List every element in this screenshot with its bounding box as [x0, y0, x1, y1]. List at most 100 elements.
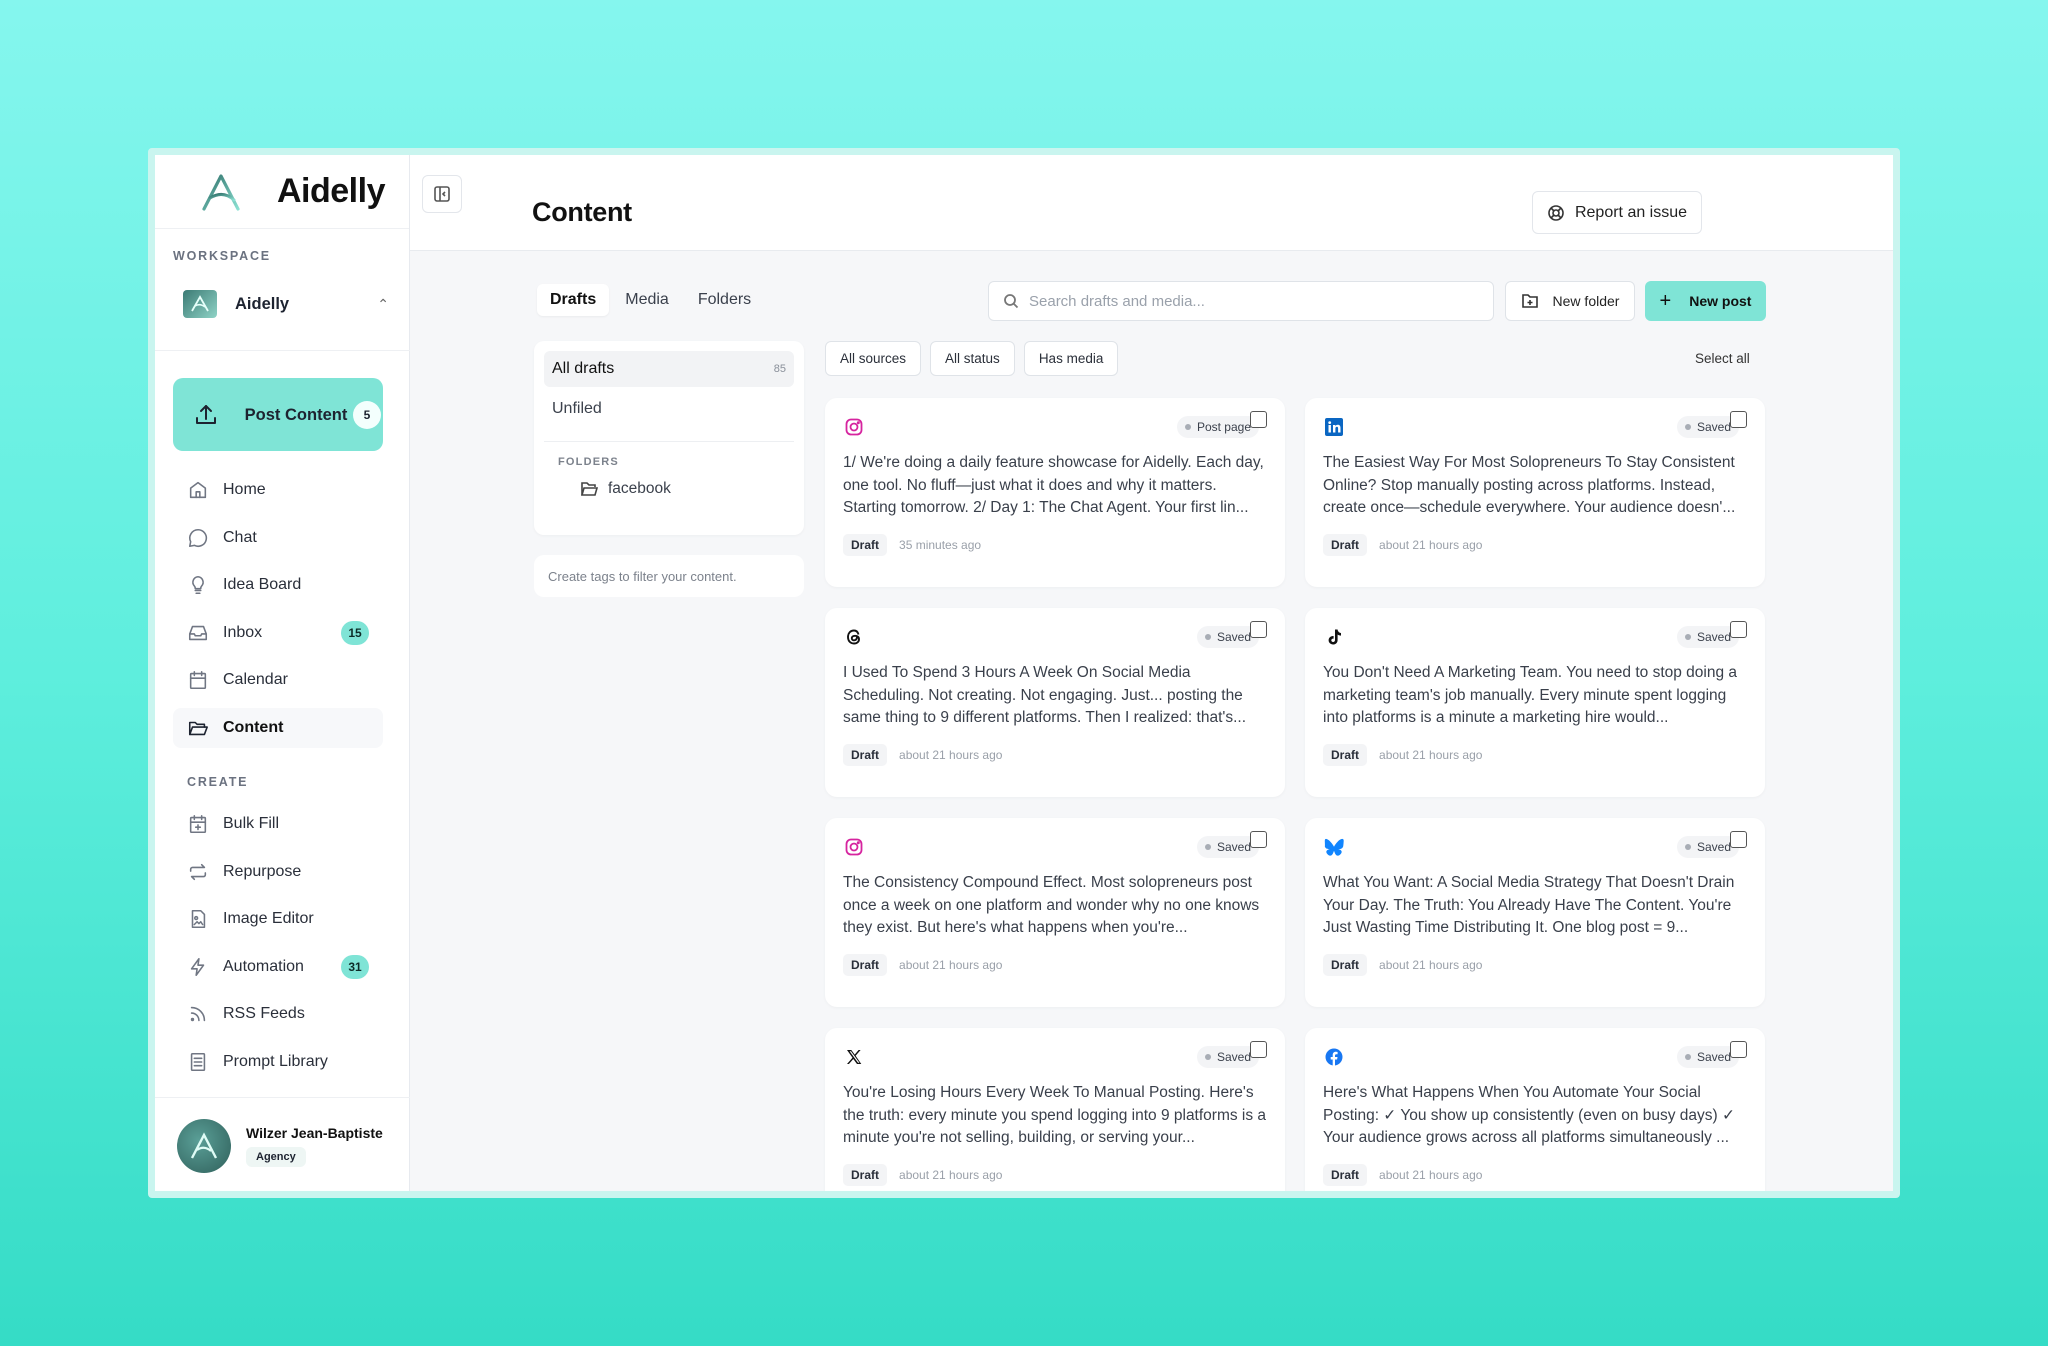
report-issue-label: Report an issue — [1574, 203, 1688, 221]
draft-text: Here's What Happens When You Automate Yo… — [1323, 1084, 1735, 1146]
draft-card[interactable]: Saved You're Losing Hours Every Week To … — [825, 1028, 1285, 1191]
select-checkbox[interactable] — [1730, 411, 1747, 428]
draft-card[interactable]: Saved Here's What Happens When You Autom… — [1305, 1028, 1765, 1191]
tiktok-icon — [1323, 626, 1345, 648]
draft-card[interactable]: Saved What You Want: A Social Media Stra… — [1305, 818, 1765, 1007]
select-checkbox[interactable] — [1250, 411, 1267, 428]
plus-icon: + — [1659, 289, 1672, 312]
filter-sources[interactable]: All sources — [825, 341, 922, 376]
all-drafts-count: 85 — [773, 363, 786, 375]
nav-item-inbox[interactable]: Inbox 15 — [173, 613, 383, 653]
tab-media[interactable]: Media — [612, 284, 682, 316]
new-folder-button[interactable]: New folder — [1505, 281, 1635, 321]
post-content-button[interactable]: Post Content 5 — [173, 378, 383, 451]
folders-label: FOLDERS — [558, 456, 619, 468]
tab-drafts[interactable]: Drafts — [537, 284, 610, 316]
user-info: Wilzer Jean-Baptiste Agency — [246, 1125, 383, 1167]
timestamp: about 21 hours ago — [1379, 748, 1483, 762]
timestamp: about 21 hours ago — [1379, 958, 1483, 972]
filter-status[interactable]: All status — [930, 341, 1015, 376]
nav-item-repurpose[interactable]: Repurpose — [173, 852, 383, 892]
select-all-button[interactable]: Select all — [1695, 351, 1750, 366]
draft-tag: Draft — [1323, 1164, 1368, 1186]
select-checkbox[interactable] — [1250, 621, 1267, 638]
draft-tag: Draft — [1323, 954, 1368, 976]
filter-has-media[interactable]: Has media — [1023, 341, 1119, 376]
x-icon — [843, 1046, 865, 1068]
draft-card[interactable]: Saved You Don't Need A Marketing Team. Y… — [1305, 608, 1765, 797]
timestamp: about 21 hours ago — [899, 748, 1003, 762]
select-checkbox[interactable] — [1250, 1041, 1267, 1058]
all-drafts-item[interactable]: All drafts 85 — [544, 351, 794, 387]
new-folder-label: New folder — [1552, 293, 1620, 309]
divider — [155, 1097, 410, 1098]
workspace-switcher[interactable]: Aidelly ⌃ — [183, 287, 389, 321]
nav-item-calendar[interactable]: Calendar — [173, 660, 383, 700]
timestamp: 35 minutes ago — [899, 538, 982, 552]
draft-tag: Draft — [843, 954, 888, 976]
draft-card[interactable]: Saved The Easiest Way For Most Soloprene… — [1305, 398, 1765, 587]
rss-icon — [190, 1007, 206, 1022]
nav-item-prompt-library[interactable]: Prompt Library — [173, 1042, 383, 1082]
tags-hint: Create tags to filter your content. — [534, 555, 804, 597]
chat-icon — [188, 528, 208, 547]
search-input[interactable] — [1029, 292, 1469, 310]
nav-item-automation[interactable]: Automation 31 — [173, 947, 383, 987]
draft-text: What You Want: A Social Media Strategy T… — [1323, 874, 1735, 936]
tab-folders[interactable]: Folders — [685, 284, 764, 316]
lightbulb-icon — [192, 576, 204, 595]
threads-icon — [843, 626, 865, 648]
nav-label: Content — [223, 718, 284, 736]
user-plan-badge: Agency — [246, 1147, 306, 1167]
nav-label: Prompt Library — [223, 1052, 328, 1070]
nav-item-chat[interactable]: Chat — [173, 518, 383, 558]
select-checkbox[interactable] — [1250, 831, 1267, 848]
nav-label: RSS Feeds — [223, 1005, 305, 1023]
linkedin-icon — [1323, 416, 1345, 438]
logo-row: Aidelly — [155, 155, 409, 229]
select-checkbox[interactable] — [1730, 1041, 1747, 1058]
collapse-sidebar-button[interactable] — [422, 175, 462, 213]
library-icon — [190, 1052, 206, 1071]
content-tabs: Drafts Media Folders — [537, 284, 767, 316]
bluesky-icon — [1323, 836, 1345, 858]
draft-card[interactable]: Saved I Used To Spend 3 Hours A Week On … — [825, 608, 1285, 797]
workspace-label: WORKSPACE — [173, 249, 271, 263]
timestamp: about 21 hours ago — [899, 1168, 1003, 1182]
nav-item-idea-board[interactable]: Idea Board — [173, 565, 383, 605]
unfiled-item[interactable]: Unfiled — [544, 391, 794, 427]
draft-card[interactable]: Post page 1/ We're doing a daily feature… — [825, 398, 1285, 587]
folder-item-facebook[interactable]: facebook — [544, 480, 794, 498]
search-icon — [1004, 294, 1019, 309]
calendar-icon — [189, 671, 207, 690]
new-post-button[interactable]: + New post — [1645, 281, 1766, 321]
folder-open-icon — [580, 482, 598, 496]
avatar — [177, 1119, 231, 1173]
upload-icon — [196, 404, 216, 424]
inbox-badge: 15 — [341, 620, 369, 645]
nav-item-bulk-fill[interactable]: Bulk Fill — [173, 804, 383, 844]
user-profile[interactable]: Wilzer Jean-Baptiste Agency — [177, 1119, 383, 1173]
instagram-icon — [843, 416, 865, 438]
draft-text: 1/ We're doing a daily feature showcase … — [843, 454, 1264, 516]
nav-item-content[interactable]: Content — [173, 707, 383, 748]
nav-label: Inbox — [223, 623, 263, 641]
inbox-icon — [188, 625, 208, 640]
select-checkbox[interactable] — [1730, 831, 1747, 848]
main-area: Content Report an issue Drafts Media Fol… — [410, 155, 1893, 1191]
nav-item-rss-feeds[interactable]: RSS Feeds — [173, 994, 383, 1034]
bolt-icon — [190, 957, 205, 976]
facebook-icon — [1323, 1046, 1345, 1068]
report-issue-button[interactable]: Report an issue — [1532, 191, 1702, 234]
nav-item-image-editor[interactable]: Image Editor — [173, 899, 383, 939]
divider — [155, 350, 410, 351]
folder-open-icon — [188, 721, 208, 736]
draft-card[interactable]: Saved The Consistency Compound Effect. M… — [825, 818, 1285, 1007]
select-checkbox[interactable] — [1730, 621, 1747, 638]
nav-label: Image Editor — [223, 910, 314, 928]
draft-text: The Easiest Way For Most Solopreneurs To… — [1323, 454, 1736, 516]
folder-plus-icon — [1521, 294, 1538, 308]
nav-item-home[interactable]: Home — [173, 470, 383, 510]
home-icon — [189, 481, 207, 499]
unfiled-label: Unfiled — [552, 400, 602, 417]
